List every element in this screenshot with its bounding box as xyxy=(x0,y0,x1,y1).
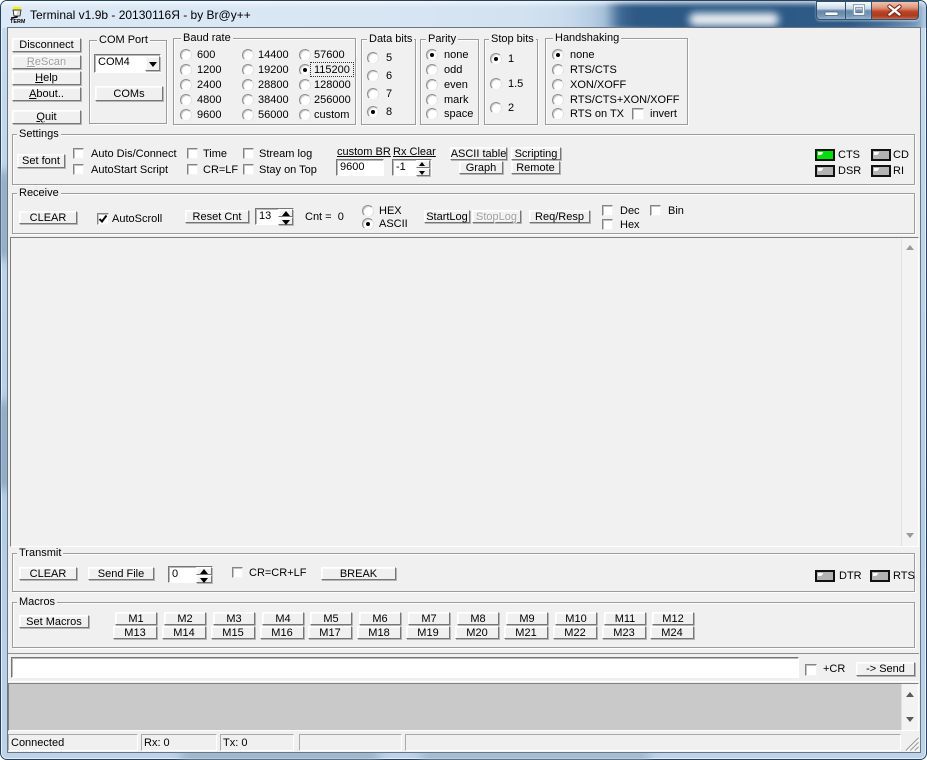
svg-text:TERM: TERM xyxy=(10,19,25,23)
